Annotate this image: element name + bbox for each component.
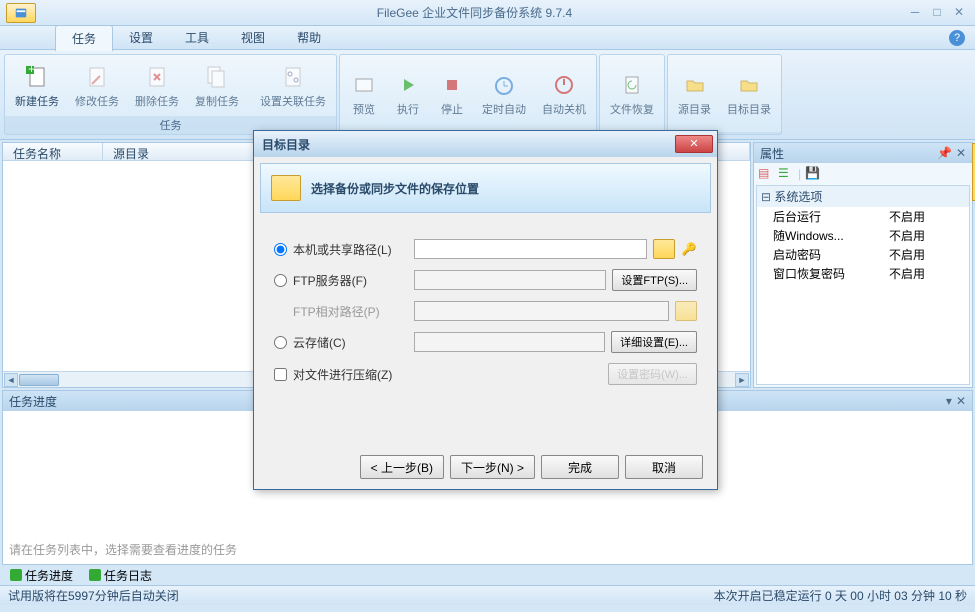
play-icon (394, 71, 422, 99)
maximize-button[interactable]: □ (927, 6, 947, 20)
statusbar: 试用版将在5997分钟后自动关闭 本次开启已稳定运行 0 天 00 小时 03 … (0, 585, 975, 605)
power-icon (550, 71, 578, 99)
cloud-label: 云存储(C) (293, 334, 408, 351)
property-row[interactable]: 窗口恢复密码不启用 (757, 264, 969, 283)
prev-button[interactable]: < 上一步(B) (360, 455, 444, 479)
browse-folder-button[interactable] (653, 239, 675, 259)
pin-icon[interactable]: ▾ (946, 394, 952, 408)
restore-button[interactable]: 文件恢复 (602, 67, 662, 121)
ftp-label: FTP服务器(F) (293, 272, 408, 289)
bottom-tabs: 任务进度 任务日志 (0, 565, 975, 585)
delete-doc-icon (143, 63, 171, 91)
menu-tab-tools[interactable]: 工具 (169, 25, 225, 50)
cloud-radio[interactable] (274, 336, 287, 349)
cloud-input[interactable] (414, 332, 605, 352)
local-path-input[interactable] (414, 239, 647, 259)
save-icon[interactable]: 💾 (805, 166, 821, 182)
property-row[interactable]: 后台运行不启用 (757, 207, 969, 226)
next-button[interactable]: 下一步(N) > (450, 455, 535, 479)
pin-icon[interactable]: 📌 (937, 146, 952, 160)
panel-close-icon[interactable]: ✕ (956, 146, 966, 160)
shutdown-button[interactable]: 自动关机 (534, 67, 594, 121)
browse-folder-button[interactable] (675, 301, 697, 321)
column-task-name[interactable]: 任务名称 (3, 143, 103, 160)
titlebar: FileGee 企业文件同步备份系统 9.7.4 ─ □ ✕ (0, 0, 975, 26)
plus-doc-icon: + (23, 63, 51, 91)
progress-dot-icon (10, 569, 22, 581)
timer-button[interactable]: 定时自动 (474, 67, 534, 121)
stop-button[interactable]: 停止 (430, 67, 474, 121)
target-dir-button[interactable]: 目标目录 (719, 67, 779, 121)
sort-icon[interactable]: ☰ (778, 166, 794, 182)
properties-title: 属性 (760, 145, 784, 162)
property-row[interactable]: 启动密码不启用 (757, 245, 969, 264)
copy-task-button[interactable]: 复制任务 (187, 59, 247, 113)
run-button[interactable]: 执行 (386, 67, 430, 121)
progress-hint: 请在任务列表中，选择需要查看进度的任务 (9, 541, 237, 558)
preview-button[interactable]: 预览 (342, 67, 386, 121)
preview-icon (350, 71, 378, 99)
property-row[interactable]: 随Windows...不启用 (757, 226, 969, 245)
folder-icon (271, 175, 301, 201)
link-doc-icon (279, 63, 307, 91)
target-directory-dialog: 目标目录 ✕ 选择备份或同步文件的保存位置 本机或共享路径(L) 🔑 FTP服务… (253, 130, 718, 490)
compress-checkbox[interactable] (274, 368, 287, 381)
cancel-button[interactable]: 取消 (625, 455, 703, 479)
property-group[interactable]: 系统选项 (757, 186, 969, 207)
tab-task-progress[interactable]: 任务进度 (6, 566, 77, 585)
edit-doc-icon (83, 63, 111, 91)
cloud-settings-button[interactable]: 详细设置(E)... (611, 331, 697, 353)
app-logo-icon (6, 3, 36, 23)
properties-panel: 属性 📌✕ ▤ ☰ | 💾 系统选项 后台运行不启用 随Windows...不启… (753, 142, 973, 388)
edit-task-button[interactable]: 修改任务 (67, 59, 127, 113)
property-tree: 系统选项 后台运行不启用 随Windows...不启用 启动密码不启用 窗口恢复… (756, 185, 970, 385)
folder-icon (735, 71, 763, 99)
menu-tab-help[interactable]: 帮助 (281, 25, 337, 50)
ftp-settings-button[interactable]: 设置FTP(S)... (612, 269, 697, 291)
status-left: 试用版将在5997分钟后自动关闭 (8, 587, 179, 604)
local-path-label: 本机或共享路径(L) (293, 241, 408, 258)
dialog-title: 目标目录 (262, 136, 310, 153)
menu-tab-settings[interactable]: 设置 (113, 25, 169, 50)
status-right: 本次开启已稳定运行 0 天 00 小时 03 分钟 10 秒 (714, 587, 967, 604)
ribbon: + 新建任务 修改任务 删除任务 复制任务 设置关联任务 任务 (0, 50, 975, 140)
key-icon[interactable]: 🔑 (681, 239, 697, 259)
dialog-close-button[interactable]: ✕ (675, 135, 713, 153)
svg-text:+: + (28, 64, 35, 76)
restore-icon (618, 71, 646, 99)
dialog-banner-text: 选择备份或同步文件的保存位置 (311, 180, 479, 197)
ftp-relative-input[interactable] (414, 301, 669, 321)
tab-task-log[interactable]: 任务日志 (85, 566, 156, 585)
ftp-radio[interactable] (274, 274, 287, 287)
close-button[interactable]: ✕ (949, 6, 969, 20)
panel-close-icon[interactable]: ✕ (956, 394, 966, 408)
ftp-relative-label: FTP相对路径(P) (293, 303, 408, 320)
log-dot-icon (89, 569, 101, 581)
minimize-button[interactable]: ─ (905, 6, 925, 20)
link-task-button[interactable]: 设置关联任务 (252, 59, 334, 113)
password-settings-button[interactable]: 设置密码(W)... (608, 363, 697, 385)
copy-doc-icon (203, 63, 231, 91)
timer-icon (490, 71, 518, 99)
delete-task-button[interactable]: 删除任务 (127, 59, 187, 113)
local-path-radio[interactable] (274, 243, 287, 256)
window-title: FileGee 企业文件同步备份系统 9.7.4 (44, 4, 905, 21)
compress-label: 对文件进行压缩(Z) (293, 366, 392, 383)
categorize-icon[interactable]: ▤ (758, 166, 774, 182)
menu-tab-task[interactable]: 任务 (55, 25, 113, 51)
menubar: 任务 设置 工具 视图 帮助 ? (0, 26, 975, 50)
folder-icon (681, 71, 709, 99)
finish-button[interactable]: 完成 (541, 455, 619, 479)
help-icon[interactable]: ? (949, 30, 965, 46)
source-dir-button[interactable]: 源目录 (670, 67, 719, 121)
menu-tab-view[interactable]: 视图 (225, 25, 281, 50)
ftp-input[interactable] (414, 270, 606, 290)
new-task-button[interactable]: + 新建任务 (7, 59, 67, 113)
stop-icon (438, 71, 466, 99)
progress-title: 任务进度 (9, 393, 57, 410)
